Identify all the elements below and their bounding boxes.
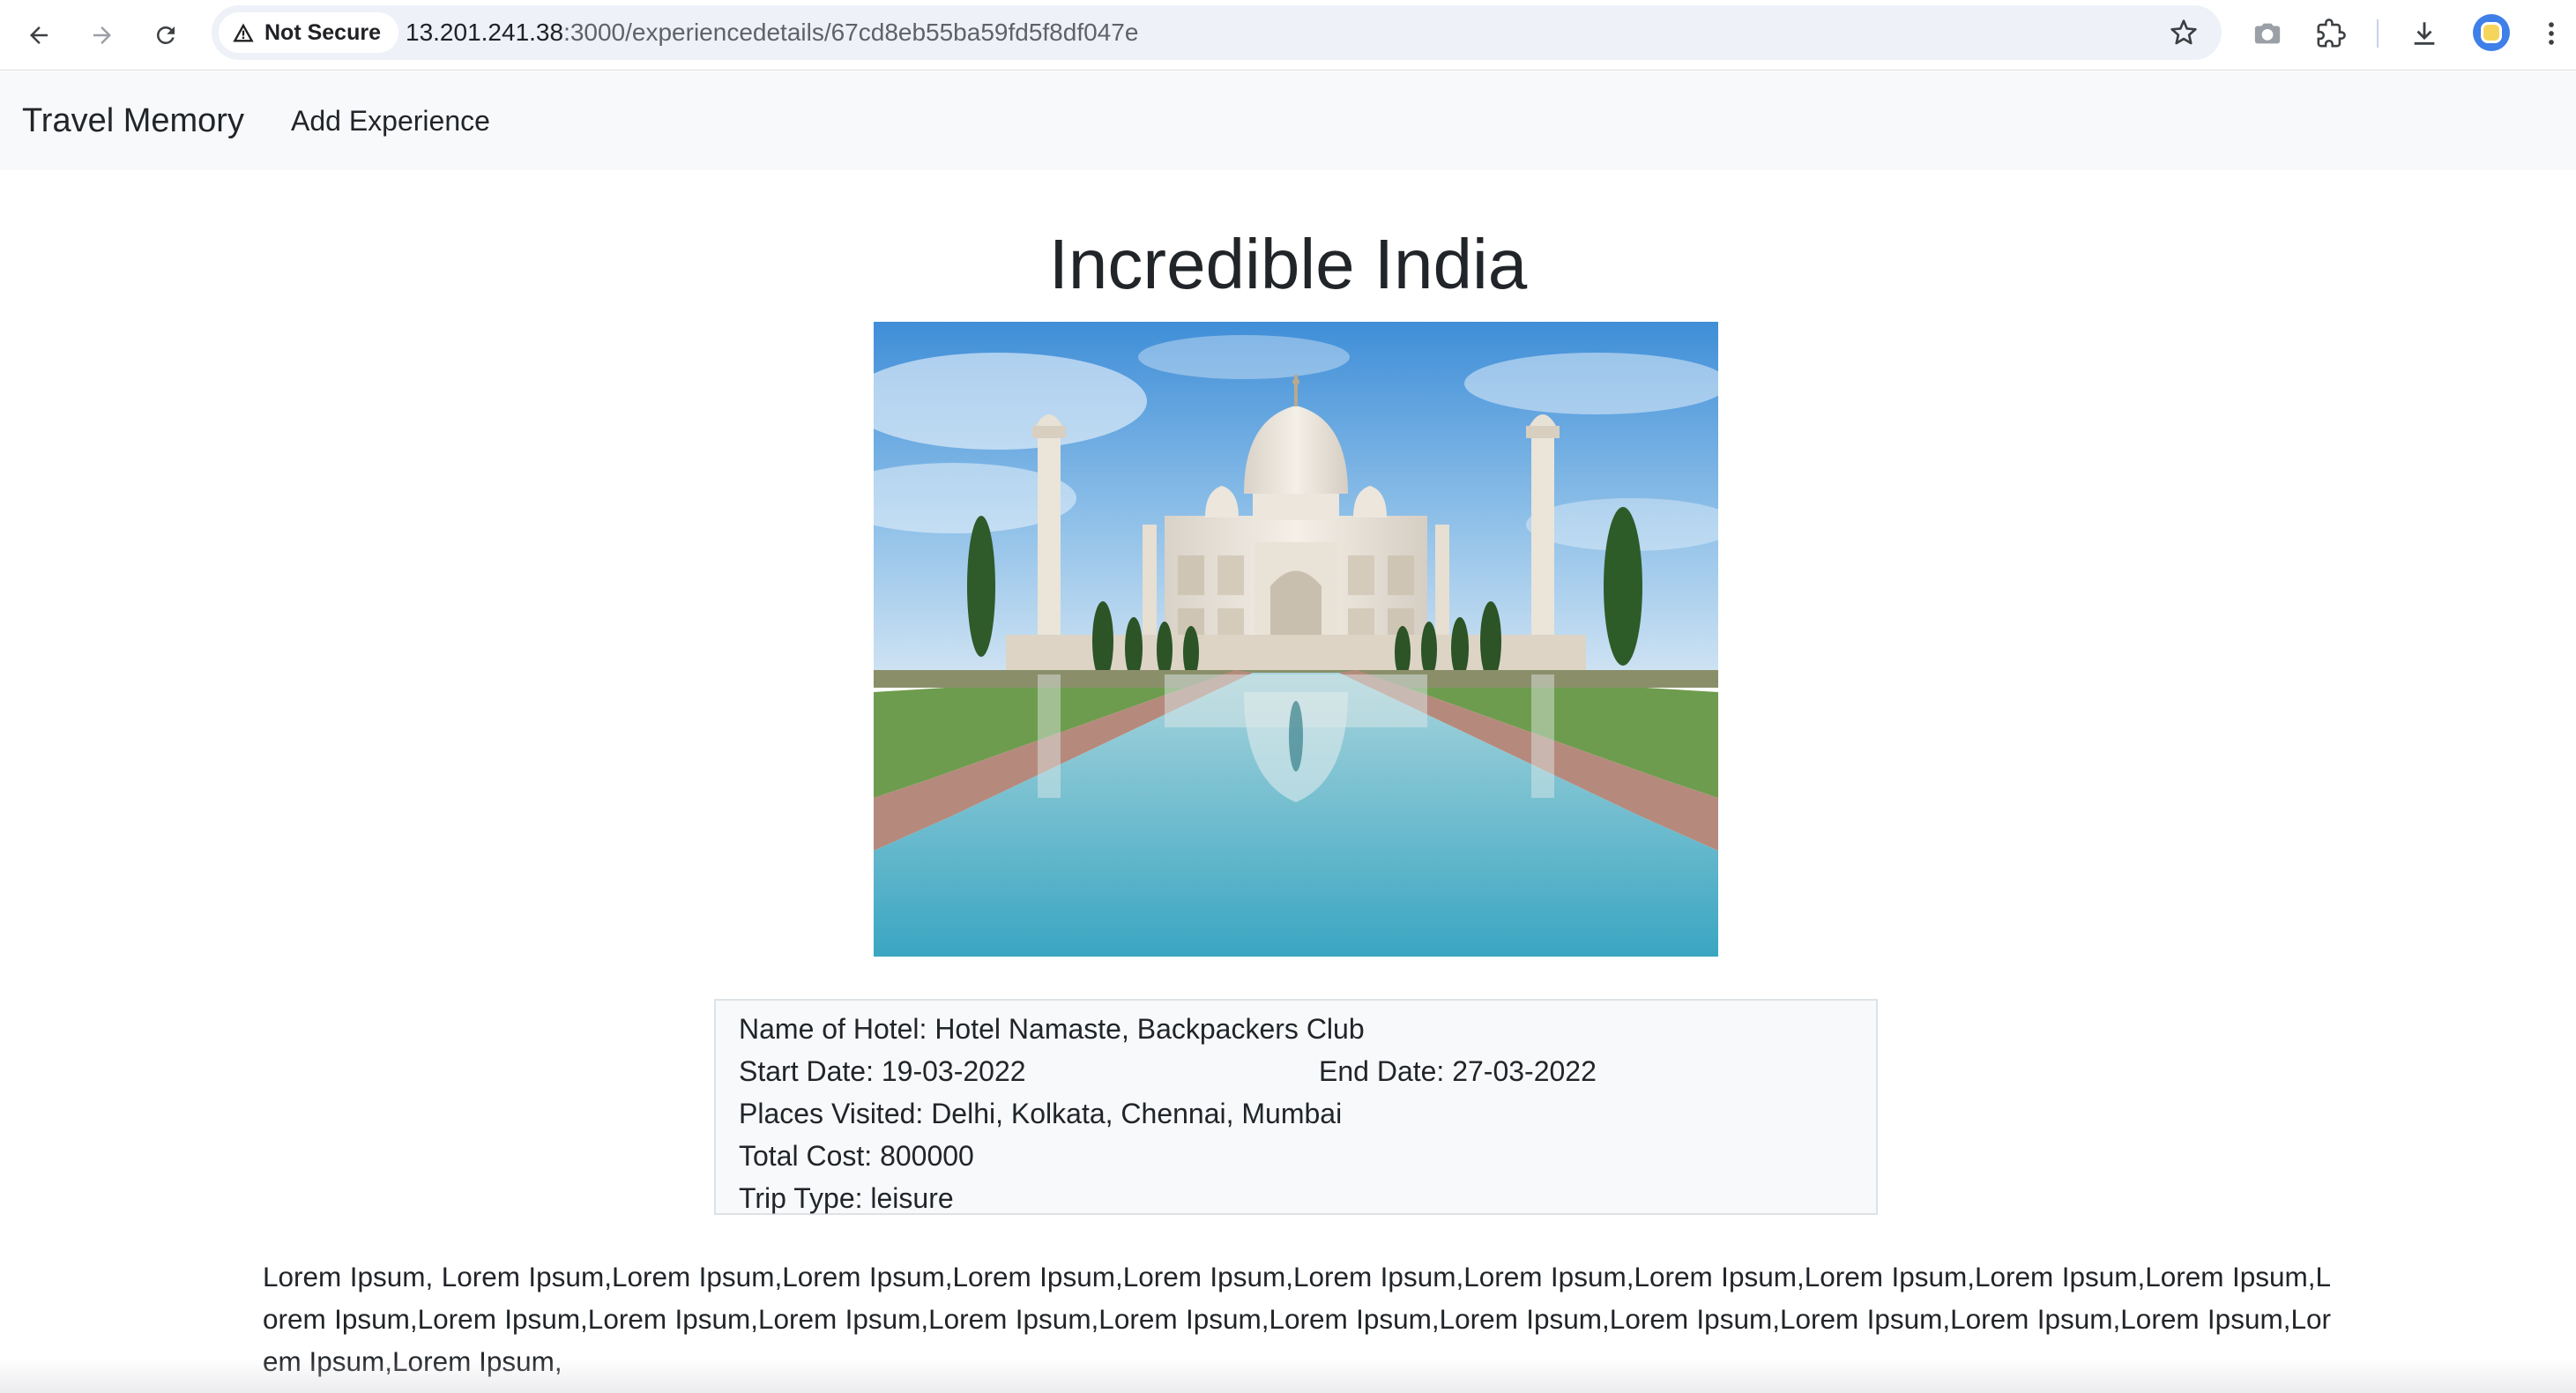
experience-image [874, 322, 1718, 957]
browser-menu-button[interactable] [2527, 9, 2576, 58]
start-date-label: Start Date: [739, 1055, 874, 1087]
puzzle-icon [2317, 19, 2346, 48]
kebab-menu-icon [2549, 22, 2554, 45]
screenshot-button[interactable] [2243, 9, 2292, 58]
toolbar-separator [2377, 19, 2379, 48]
reload-button[interactable] [143, 12, 189, 58]
forward-button[interactable] [79, 12, 125, 58]
brand-link[interactable]: Travel Memory [22, 71, 244, 170]
places-row: Places Visited: Delhi, Kolkata, Chennai,… [739, 1092, 1876, 1135]
extensions-button[interactable] [2306, 9, 2356, 58]
experience-details-card: Name of Hotel: Hotel Namaste, Backpacker… [714, 999, 1878, 1215]
end-date: End Date: 27-03-2022 [1319, 1050, 1597, 1092]
cost-label: Total Cost: [739, 1140, 873, 1172]
hotel-value: Hotel Namaste, Backpackers Club [934, 1013, 1365, 1045]
arrow-left-icon [30, 26, 48, 44]
cost-value: 800000 [880, 1140, 974, 1172]
end-date-label: End Date: [1319, 1055, 1445, 1087]
url-text[interactable]: 13.201.241.38:3000/experiencedetails/67c… [406, 5, 1138, 60]
hotel-row: Name of Hotel: Hotel Namaste, Backpacker… [739, 1008, 1876, 1050]
arrow-right-icon [93, 26, 111, 44]
app-navbar: Travel Memory Add Experience [0, 71, 2576, 170]
dates-row: Start Date: 19-03-2022 End Date: 27-03-2… [739, 1050, 1876, 1092]
address-bar[interactable]: Not Secure 13.201.241.38:3000/experience… [212, 5, 2222, 60]
cost-row: Total Cost: 800000 [739, 1135, 1876, 1177]
star-icon [2170, 19, 2197, 45]
trip-type-value: leisure [870, 1182, 954, 1214]
add-experience-link[interactable]: Add Experience [291, 71, 490, 170]
browser-toolbar: Not Secure 13.201.241.38:3000/experience… [0, 0, 2576, 71]
places-label: Places Visited: [739, 1098, 924, 1129]
trip-type-row: Trip Type: leisure [739, 1177, 1876, 1219]
hotel-label: Name of Hotel: [739, 1013, 927, 1045]
downloads-button[interactable] [2400, 9, 2449, 58]
taj-mahal-image [874, 322, 1718, 957]
camera-icon [2254, 23, 2281, 44]
download-icon [2414, 22, 2435, 45]
places-value: Delhi, Kolkata, Chennai, Mumbai [931, 1098, 1343, 1129]
security-chip[interactable]: Not Secure [219, 12, 398, 53]
avatar-icon [2481, 22, 2502, 43]
url-path: :3000/experiencedetails/67cd8eb55ba59fd5… [563, 19, 1139, 46]
experience-description: Lorem Ipsum, Lorem Ipsum,Lorem Ipsum,Lor… [263, 1261, 2331, 1377]
url-host: 13.201.241.38 [406, 19, 564, 46]
profile-avatar[interactable] [2473, 14, 2510, 51]
bookmark-button[interactable] [2163, 12, 2204, 53]
security-label: Not Secure [264, 19, 381, 45]
end-date-value: 27-03-2022 [1452, 1055, 1597, 1087]
trip-type-label: Trip Type: [739, 1182, 863, 1214]
start-date-value: 19-03-2022 [881, 1055, 1026, 1087]
experience-title: Incredible India [1048, 225, 1528, 303]
warning-triangle-icon [233, 23, 254, 42]
back-button[interactable] [16, 12, 62, 58]
reload-icon [157, 26, 175, 44]
